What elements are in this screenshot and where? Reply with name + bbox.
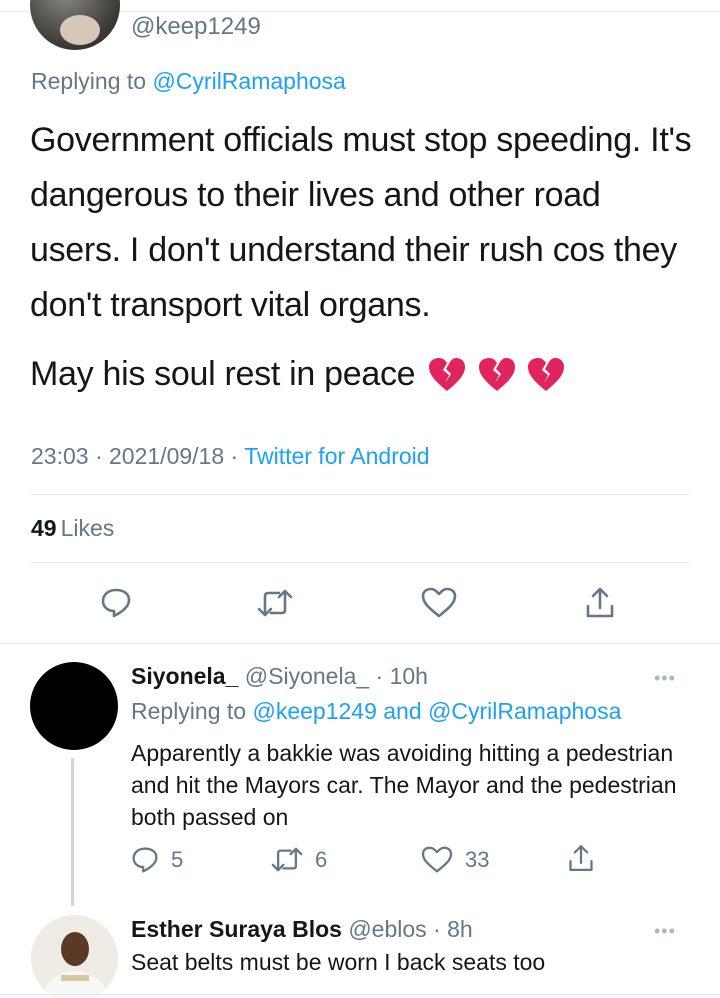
reply-share-button[interactable] — [567, 843, 595, 874]
tweet-paragraph-2: May his soul rest in peace — [30, 347, 700, 404]
likes-count: 49 — [31, 515, 57, 541]
reply-time: · 10h — [375, 663, 428, 689]
reply-author-handle[interactable]: @Siyonela_ — [245, 663, 369, 689]
reply-count: 5 — [171, 847, 184, 872]
reply-reply-button[interactable]: 5 — [131, 846, 183, 874]
likes-stat[interactable]: 49 Likes — [31, 515, 114, 542]
meta-separator: · — [230, 443, 239, 469]
meta-divider — [31, 494, 689, 495]
reply-icon — [101, 588, 131, 618]
replying-prefix: Replying to — [31, 68, 147, 94]
bottom-divider — [0, 994, 720, 995]
replying-to-link[interactable]: @CyrilRamaphosa — [152, 68, 345, 94]
replying-to-link[interactable]: @CyrilRamaphosa — [428, 698, 621, 724]
reply-header: Siyonela_ @Siyonela_ · 10h — [131, 663, 428, 690]
author-handle[interactable]: @keep1249 — [131, 13, 261, 41]
broken-heart-icon — [429, 357, 466, 391]
tweet-paragraph-1: Government officials must stop speeding.… — [30, 121, 692, 324]
replying-to-link[interactable]: @keep1249 — [252, 698, 376, 724]
tweet-paragraph-2-text: May his soul rest in peace — [30, 355, 416, 393]
meta-separator: · — [94, 443, 103, 469]
reply-author-name[interactable]: Esther Suraya Blos — [131, 916, 342, 942]
replying-and: and — [383, 698, 422, 724]
thread-divider — [0, 643, 720, 644]
retweet-count: 6 — [315, 846, 328, 872]
reply-author-name[interactable]: Siyonela_ — [131, 663, 238, 689]
share-icon — [586, 587, 614, 618]
share-icon — [569, 845, 593, 872]
reply-icon — [132, 847, 158, 873]
tweet-time: 23:03 — [31, 443, 89, 469]
reply-body: Seat belts must be worn I back seats too — [131, 949, 546, 975]
broken-heart-icon — [527, 357, 564, 391]
reply-avatar[interactable] — [30, 662, 118, 750]
tweet-date: 2021/09/18 — [109, 443, 225, 469]
replying-prefix: Replying to — [131, 698, 247, 724]
like-icon — [421, 587, 457, 618]
tweet-body: Government officials must stop speeding.… — [30, 113, 700, 418]
reply-replying-to: Replying to @keep1249 and @CyrilRamaphos… — [131, 698, 621, 725]
tweet-source-link[interactable]: Twitter for Android — [244, 443, 429, 469]
retweet-icon — [257, 589, 293, 617]
reply-body: Apparently a bakkie was avoiding hitting… — [131, 740, 677, 830]
reply-time: · 8h — [433, 916, 473, 942]
like-icon — [421, 846, 453, 873]
broken-heart-icon — [478, 357, 515, 391]
retweet-icon — [271, 847, 303, 872]
retweet-button[interactable] — [255, 583, 295, 623]
more-icon[interactable]: ••• — [654, 668, 676, 689]
reply-button[interactable] — [96, 583, 136, 623]
reply-author-handle[interactable]: @eblos — [348, 916, 426, 942]
reply-header: Esther Suraya Blos @eblos · 8h — [131, 916, 473, 943]
reply-avatar[interactable] — [31, 915, 118, 998]
like-count: 33 — [465, 847, 490, 872]
likes-label: Likes — [60, 515, 115, 541]
replying-to-line: Replying to @CyrilRamaphosa — [31, 68, 346, 95]
thread-connector-line — [71, 758, 74, 906]
person-photo — [31, 915, 118, 998]
author-avatar[interactable] — [30, 0, 120, 50]
reply-retweet-button[interactable]: 6 — [271, 846, 327, 873]
share-button[interactable] — [580, 583, 620, 623]
broken-hearts — [428, 349, 566, 404]
tweet-meta: 23:03 · 2021/09/18 · Twitter for Android — [31, 443, 430, 470]
like-button[interactable] — [419, 583, 459, 623]
stats-divider — [31, 562, 689, 563]
reply-like-button[interactable]: 33 — [421, 846, 489, 874]
more-icon[interactable]: ••• — [654, 921, 676, 942]
